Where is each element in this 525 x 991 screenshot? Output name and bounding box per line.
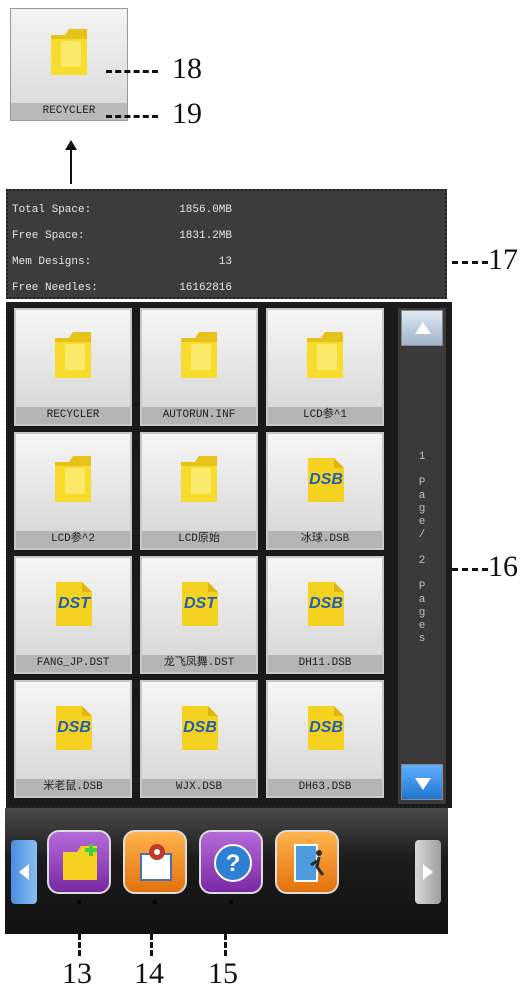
file-tile[interactable]: LCD参^2 (14, 432, 132, 550)
page-indicator: 1 Page/ 2 Pages (416, 450, 428, 646)
callout-line-17 (452, 261, 488, 264)
help-button[interactable]: ? (199, 830, 263, 904)
file-type-label: DSB (57, 719, 91, 736)
file-tile[interactable]: DSB 米老鼠.DSB (14, 680, 132, 798)
callout-line-19 (106, 115, 158, 118)
file-type-label: DST (184, 595, 217, 612)
nav-right-button[interactable] (415, 840, 441, 904)
file-tile[interactable]: LCD参^1 (266, 308, 384, 426)
dsb-file-icon: DSB (300, 454, 350, 511)
triangle-down-icon (415, 777, 431, 795)
dsb-file-icon: DSB (300, 578, 350, 635)
new-folder-icon (61, 842, 101, 889)
folder-icon (177, 330, 221, 387)
file-tile[interactable]: AUTORUN.INF (140, 308, 258, 426)
callout-line-15 (224, 934, 227, 956)
info-value: 13 (218, 256, 232, 268)
indicator-dot (77, 900, 81, 904)
file-tile[interactable]: DSB WJX.DSB (140, 680, 258, 798)
file-type-label: DSB (183, 719, 217, 736)
indicator-dot (153, 900, 157, 904)
file-browser-area: RECYCLER AUTORUN.INF LCD参^1 LCD参^2 LCD原始… (6, 302, 452, 808)
file-name: LCD参^1 (268, 407, 382, 424)
nav-left-button[interactable] (11, 840, 37, 904)
file-type-label: DST (58, 595, 91, 612)
indicator-dot (229, 900, 233, 904)
new-folder-button[interactable] (47, 830, 111, 904)
file-tile[interactable]: DST FANG_JP.DST (14, 556, 132, 674)
info-label: Free Needles: (12, 282, 98, 294)
exit-door-icon (289, 841, 329, 890)
pattern-gear-icon (137, 840, 177, 891)
arrow-up-icon (64, 140, 78, 189)
callout-14: 14 (134, 957, 164, 990)
dsb-file-icon: DSB (48, 702, 98, 759)
chevron-right-icon (423, 864, 433, 885)
callout-line-18 (106, 70, 158, 73)
callout-line-14 (150, 934, 153, 956)
callout-17: 17 (488, 243, 518, 276)
file-name: DH63.DSB (268, 779, 382, 796)
chevron-left-icon (19, 864, 29, 885)
pattern-settings-button[interactable] (123, 830, 187, 904)
file-type-label: DSB (309, 471, 343, 488)
preview-tile: RECYCLER (10, 8, 128, 121)
info-value: 1856.0MB (179, 204, 232, 216)
info-label: Mem Designs: (12, 256, 92, 268)
svg-text:?: ? (226, 850, 241, 877)
file-tile[interactable]: LCD原始 (140, 432, 258, 550)
info-row-total-space: Total Space: 1856.0MB (12, 204, 232, 222)
info-row-mem-designs: Mem Designs: 13 (12, 256, 232, 274)
callout-16: 16 (488, 550, 518, 583)
folder-icon (51, 454, 95, 511)
file-name: 冰球.DSB (268, 531, 382, 548)
file-tile[interactable]: DSB DH11.DSB (266, 556, 384, 674)
callout-line-13 (78, 934, 81, 956)
dst-file-icon: DST (48, 578, 98, 635)
info-label: Free Space: (12, 230, 85, 242)
file-name: RECYCLER (16, 407, 130, 424)
dsb-file-icon: DSB (300, 702, 350, 759)
file-name: FANG_JP.DST (16, 655, 130, 672)
dsb-file-icon: DSB (174, 702, 224, 759)
callout-18: 18 (172, 52, 202, 85)
callout-13: 13 (62, 957, 92, 990)
folder-icon (177, 454, 221, 511)
info-label: Total Space: (12, 204, 92, 216)
folder-icon (51, 330, 95, 387)
callout-line-16 (452, 568, 488, 571)
file-name: AUTORUN.INF (142, 407, 256, 424)
exit-button[interactable] (275, 830, 339, 894)
storage-info-panel: Total Space: 1856.0MB Free Space: 1831.2… (6, 189, 447, 299)
file-tile[interactable]: DSB 冰球.DSB (266, 432, 384, 550)
bottom-toolbar: ? (5, 808, 448, 934)
info-row-free-space: Free Space: 1831.2MB (12, 230, 232, 248)
file-name: 龙飞凤舞.DST (142, 655, 256, 672)
file-tile[interactable]: RECYCLER (14, 308, 132, 426)
file-tile[interactable]: DST 龙飞凤舞.DST (140, 556, 258, 674)
triangle-up-icon (415, 321, 431, 339)
info-value: 16162816 (179, 282, 232, 294)
info-row-free-needles: Free Needles: 16162816 (12, 282, 232, 300)
callout-15: 15 (208, 957, 238, 990)
file-name: LCD原始 (142, 531, 256, 548)
folder-icon (303, 330, 347, 387)
file-name: 米老鼠.DSB (16, 779, 130, 796)
page-scroll-bar: 1 Page/ 2 Pages (398, 308, 446, 804)
file-name: WJX.DSB (142, 779, 256, 796)
file-tile[interactable]: DSB DH63.DSB (266, 680, 384, 798)
file-type-label: DSB (309, 595, 343, 612)
dst-file-icon: DST (174, 578, 224, 635)
callout-19: 19 (172, 97, 202, 130)
info-value: 1831.2MB (179, 230, 232, 242)
file-grid: RECYCLER AUTORUN.INF LCD参^1 LCD参^2 LCD原始… (12, 306, 394, 806)
scroll-down-button[interactable] (401, 764, 443, 800)
folder-icon (47, 27, 91, 84)
file-name: LCD参^2 (16, 531, 130, 548)
file-name: DH11.DSB (268, 655, 382, 672)
question-icon: ? (213, 843, 253, 888)
scroll-up-button[interactable] (401, 310, 443, 346)
file-type-label: DSB (309, 719, 343, 736)
